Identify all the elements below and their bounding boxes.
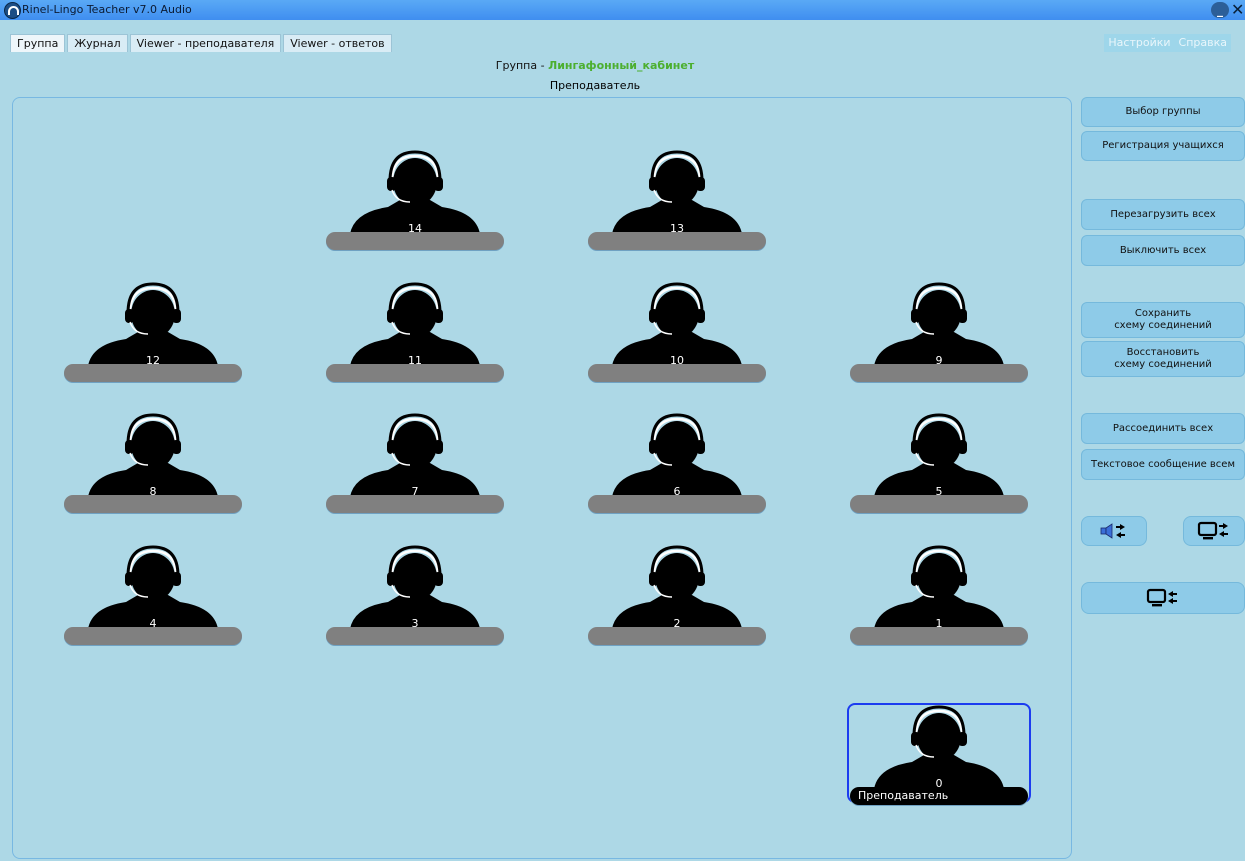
close-icon[interactable]: ✕	[1231, 2, 1244, 18]
menu-settings[interactable]: Настройки	[1104, 34, 1175, 52]
student-seat[interactable]: 6	[588, 413, 766, 513]
student-seat[interactable]: 12	[64, 282, 242, 382]
student-seat[interactable]: 11	[326, 282, 504, 382]
monitor-receive-button[interactable]	[1081, 582, 1245, 614]
restore-scheme-button[interactable]: Восстановить схему соединений	[1081, 341, 1245, 377]
monitor-receive-icon	[1146, 588, 1177, 607]
button-label: Перезагрузить всех	[1110, 208, 1216, 220]
monitor-transfer-icon	[1197, 521, 1228, 540]
disconnect-all-button[interactable]: Рассоединить всех	[1081, 413, 1245, 444]
group-name: Лингафонный_кабинет	[548, 59, 695, 72]
seat-name-bar[interactable]	[64, 627, 242, 645]
button-label: Сохранить схему соединений	[1114, 308, 1212, 331]
button-label: Регистрация учащихся	[1102, 140, 1224, 151]
student-seat[interactable]: 1	[850, 545, 1028, 645]
speaker-transfer-icon	[1100, 523, 1125, 539]
student-seat[interactable]: 9	[850, 282, 1028, 382]
role-label: Преподаватель	[549, 79, 641, 92]
seat-name-bar[interactable]	[588, 627, 766, 645]
select-group-button[interactable]: Выбор группы	[1081, 97, 1245, 127]
seat-name-bar[interactable]	[64, 495, 242, 513]
menu-help[interactable]: Справка	[1174, 34, 1231, 52]
top-menu: Настройки Справка	[1104, 34, 1231, 52]
student-seat[interactable]: 8	[64, 413, 242, 513]
seat-name-bar[interactable]	[850, 364, 1028, 382]
button-label: Выбор группы	[1125, 106, 1201, 117]
seat-name-bar[interactable]	[326, 495, 504, 513]
register-students-button[interactable]: Регистрация учащихся	[1081, 131, 1245, 161]
student-seat[interactable]: 3	[326, 545, 504, 645]
monitor-transfer-button[interactable]	[1183, 516, 1245, 546]
save-scheme-button[interactable]: Сохранить схему соединений	[1081, 302, 1245, 338]
student-seat[interactable]: 2	[588, 545, 766, 645]
button-label: Рассоединить всех	[1112, 422, 1214, 434]
reboot-all-button[interactable]: Перезагрузить всех	[1081, 199, 1245, 230]
seat-name-bar[interactable]	[850, 627, 1028, 645]
teacher-seat-frame[interactable]: 0 Преподаватель	[847, 703, 1031, 805]
shutdown-all-button[interactable]: Выключить всех	[1081, 235, 1245, 266]
title-bar: Rinel-Lingo Teacher v7.0 Audio _ ✕	[0, 0, 1245, 20]
tab-group[interactable]: Группа	[10, 34, 66, 52]
seat-name-bar[interactable]	[326, 627, 504, 645]
tab-viewer-teacher[interactable]: Viewer - преподавателя	[129, 34, 282, 52]
student-seat[interactable]: 10	[588, 282, 766, 382]
tab-journal[interactable]: Журнал	[67, 34, 128, 52]
seat-name-bar[interactable]	[588, 232, 766, 250]
button-label: Восстановить схему соединений	[1114, 347, 1212, 370]
seat-name-bar[interactable]	[588, 495, 766, 513]
seat-name-bar[interactable]	[588, 364, 766, 382]
group-header: Группа - Лингафонный_кабинет	[0, 59, 1190, 72]
app-headphones-icon	[4, 2, 21, 19]
tab-viewer-answers[interactable]: Viewer - ответов	[283, 34, 392, 52]
student-seat[interactable]: 7	[326, 413, 504, 513]
student-seat[interactable]: 4	[64, 545, 242, 645]
button-label: Выключить всех	[1119, 244, 1207, 256]
student-seat[interactable]: 14	[326, 150, 504, 250]
minimize-icon[interactable]: _	[1211, 2, 1229, 18]
group-prefix: Группа -	[495, 59, 549, 72]
seat-name-bar[interactable]	[64, 364, 242, 382]
window-title: Rinel-Lingo Teacher v7.0 Audio	[22, 3, 192, 16]
student-seat[interactable]: 5	[850, 413, 1028, 513]
seat-name-bar[interactable]	[850, 495, 1028, 513]
tab-strip: Группа Журнал Viewer - преподавателя Vie…	[10, 34, 392, 52]
seat-name-bar[interactable]	[326, 232, 504, 250]
teacher-name-bar[interactable]: Преподаватель	[850, 787, 1028, 805]
speaker-transfer-button[interactable]	[1081, 516, 1147, 546]
button-label: Текстовое сообщение всем	[1090, 458, 1235, 470]
teacher-seat[interactable]: 0 Преподаватель	[850, 705, 1028, 805]
text-message-all-button[interactable]: Текстовое сообщение всем	[1081, 449, 1245, 480]
seat-name-bar[interactable]	[326, 364, 504, 382]
student-seat[interactable]: 13	[588, 150, 766, 250]
